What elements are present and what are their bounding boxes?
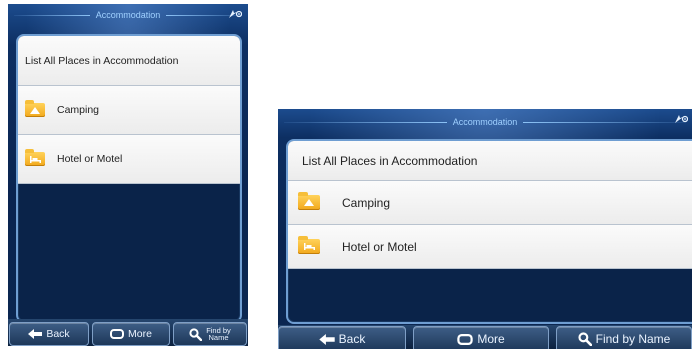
more-button-label: More <box>128 328 152 340</box>
find-by-name-button[interactable]: Find by Name <box>556 326 692 349</box>
more-button-label: More <box>477 332 505 346</box>
back-arrow-icon <box>318 333 335 345</box>
gps-status-icon <box>674 114 689 127</box>
list-all-places-label: List All Places in Accommodation <box>25 54 179 67</box>
screen-title: Accommodation <box>95 10 161 20</box>
title-divider-right <box>523 121 686 123</box>
list-item-hotel[interactable]: Hotel or Motel <box>18 135 240 184</box>
find-by-name-button[interactable]: Find by Name <box>173 322 247 346</box>
list-item-camping[interactable]: Camping <box>18 86 240 135</box>
camping-folder-icon <box>25 100 45 117</box>
back-button-label: Back <box>46 328 70 340</box>
more-button[interactable]: More <box>413 326 549 349</box>
list-item-label: Camping <box>342 195 391 210</box>
title-divider-left <box>284 121 447 123</box>
list-all-places-item[interactable]: List All Places in Accommodation <box>18 36 240 86</box>
list-item-label: Hotel or Motel <box>57 153 123 165</box>
more-button[interactable]: More <box>92 322 170 346</box>
hotel-folder-icon <box>298 236 320 254</box>
back-button[interactable]: Back <box>9 322 89 346</box>
camping-folder-icon <box>298 192 320 210</box>
bottom-toolbar: Back More Find by Name <box>278 325 692 349</box>
find-by-name-label: Find by Name <box>206 326 231 342</box>
list-all-places-label: List All Places in Accommodation <box>302 153 478 168</box>
search-icon <box>578 332 592 346</box>
list-item-label: Camping <box>57 104 100 116</box>
screen-title: Accommodation <box>452 117 518 127</box>
more-icon <box>110 329 125 339</box>
find-by-name-label: Find by Name <box>595 332 671 346</box>
find-by-name-line2: Name <box>208 333 229 342</box>
title-bar: Accommodation <box>8 4 248 26</box>
bottom-toolbar: Back More Find by Name <box>8 319 248 346</box>
gps-status-icon <box>228 9 243 22</box>
hotel-folder-icon <box>25 149 45 166</box>
list-item-hotel[interactable]: Hotel or Motel <box>288 225 692 269</box>
list-all-places-item[interactable]: List All Places in Accommodation <box>288 141 692 181</box>
category-list: List All Places in Accommodation Camping… <box>286 139 692 324</box>
portrait-screen: Accommodation List All Places in Accommo… <box>8 4 248 346</box>
landscape-screen: Accommodation List All Places in Accommo… <box>278 109 692 349</box>
title-bar: Accommodation <box>278 111 692 133</box>
back-arrow-icon <box>28 329 43 339</box>
list-item-label: Hotel or Motel <box>342 239 417 254</box>
title-divider-left <box>14 14 90 16</box>
back-button-label: Back <box>338 332 366 346</box>
search-icon <box>189 327 203 341</box>
list-item-camping[interactable]: Camping <box>288 181 692 225</box>
back-button[interactable]: Back <box>278 326 406 349</box>
more-icon <box>457 333 474 345</box>
category-list: List All Places in Accommodation Camping… <box>16 34 242 323</box>
